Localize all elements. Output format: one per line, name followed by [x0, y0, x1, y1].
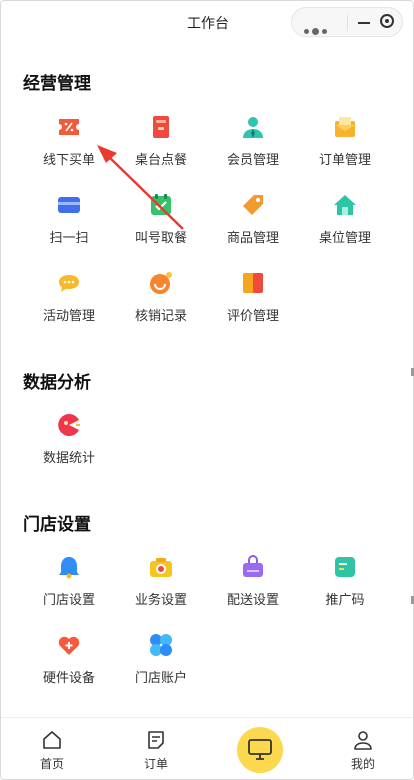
smile-coin-icon: [150, 272, 172, 294]
tile-delivery-setting[interactable]: 配送设置: [208, 555, 298, 625]
tile-goods[interactable]: 商品管理: [208, 193, 298, 263]
heart-icon: [58, 636, 80, 655]
tile-seat[interactable]: 桌位管理: [300, 193, 390, 263]
tile-review[interactable]: 评价管理: [208, 271, 298, 341]
tile-verify-record[interactable]: 核销记录: [116, 271, 206, 341]
camera-icon: [150, 558, 172, 577]
tile-label: 会员管理: [226, 153, 279, 168]
account-bubbles-icon: [150, 634, 172, 656]
bag-icon: [243, 555, 263, 577]
tab-label-orders: 订单: [143, 757, 168, 771]
ticket-icon: [59, 119, 79, 135]
scan-card-icon: [58, 197, 80, 213]
capsule-divider: [347, 15, 348, 31]
chat-bubble-icon: [59, 275, 79, 292]
tile-label: 硬件设备: [42, 671, 95, 686]
tile-label: 桌位管理: [318, 231, 371, 246]
tile-label: 订单管理: [318, 153, 371, 168]
review-book-icon: [243, 273, 263, 293]
home-icon: [43, 731, 61, 749]
tile-business-setting[interactable]: 业务设置: [116, 555, 206, 625]
app-frame: 工作台 经营管理 线下买单 桌台点餐 会员管理 订单管理 扫一扫 叫号取餐 商品…: [0, 0, 414, 780]
tile-store-setting[interactable]: 门店设置: [24, 555, 114, 625]
tile-order-mgmt[interactable]: 订单管理: [300, 115, 390, 185]
menu-book-icon: [153, 116, 169, 138]
tile-label: 门店账户: [134, 671, 187, 686]
tile-label: 业务设置: [134, 593, 187, 608]
section-title-store: 门店设置: [23, 515, 91, 535]
tab-mine[interactable]: 我的: [323, 718, 403, 779]
tile-label: 核销记录: [134, 309, 187, 324]
user-icon: [354, 731, 372, 750]
tile-member[interactable]: 会员管理: [208, 115, 298, 185]
minimize-icon[interactable]: [358, 22, 370, 24]
section-title-business: 经营管理: [23, 74, 91, 94]
price-tag-icon: [243, 195, 263, 215]
tab-orders[interactable]: 订单: [116, 718, 196, 779]
bell-icon: [59, 557, 79, 579]
annotation-arrow-icon: [97, 145, 184, 230]
tile-label: 配送设置: [226, 593, 279, 608]
tile-label: 活动管理: [42, 309, 95, 324]
tab-label-home: 首页: [39, 757, 64, 771]
tile-label: 门店设置: [42, 593, 95, 608]
tab-label-mine: 我的: [350, 757, 375, 771]
tile-label: 商品管理: [226, 231, 279, 246]
order-note-icon: [148, 731, 164, 749]
close-target-icon[interactable]: [380, 14, 394, 28]
tab-home[interactable]: 首页: [12, 718, 92, 779]
tile-promo-code[interactable]: 推广码: [300, 555, 390, 625]
more-dots-icon[interactable]: [304, 21, 330, 40]
member-icon: [243, 117, 263, 138]
center-workbench-button[interactable]: [237, 727, 283, 773]
navigation-bar: 工作台: [1, 1, 413, 45]
monitor-icon: [248, 739, 272, 760]
tile-label: 推广码: [325, 593, 365, 608]
bottom-tab-bar: 首页 订单 我的: [1, 717, 413, 779]
tile-label: 评价管理: [226, 309, 279, 324]
tile-hardware[interactable]: 硬件设备: [24, 633, 114, 703]
tile-label: 数据统计: [42, 451, 95, 466]
house-icon: [334, 195, 356, 215]
pie-stats-icon: [58, 414, 80, 436]
tile-statistics[interactable]: 数据统计: [24, 413, 114, 483]
mini-program-capsule: [291, 7, 403, 37]
tile-activity[interactable]: 活动管理: [24, 271, 114, 341]
doc-icon: [335, 557, 355, 577]
section-title-data: 数据分析: [23, 373, 91, 393]
mail-order-icon: [335, 117, 355, 137]
tile-store-account[interactable]: 门店账户: [116, 633, 206, 703]
